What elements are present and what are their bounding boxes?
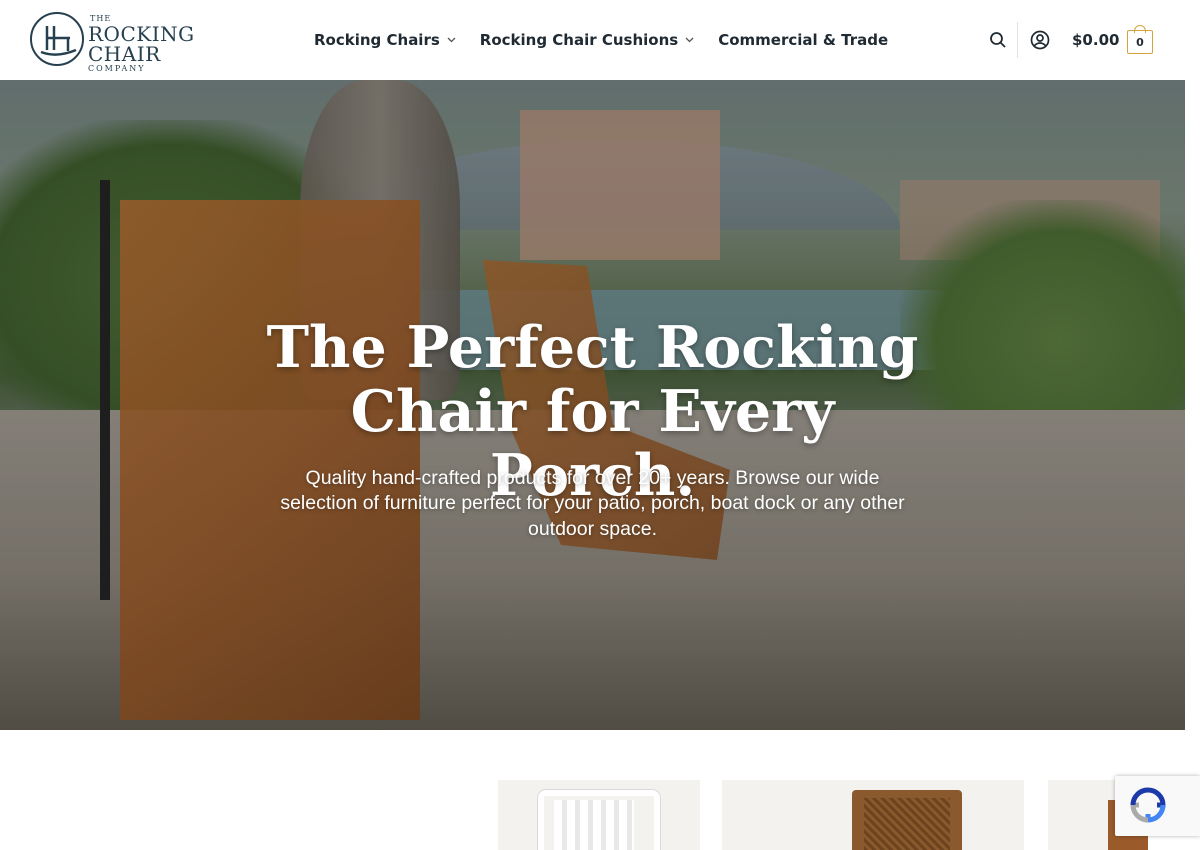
nav-item-label: Rocking Chair Cushions <box>479 31 679 49</box>
site-header: THE ROCKING CHAIR COMPANY Rocking Chairs… <box>0 0 1185 81</box>
recaptcha-icon <box>1129 786 1167 824</box>
chevron-down-icon <box>447 36 456 46</box>
logo-rocking: ROCKING <box>88 22 195 46</box>
product-carousel <box>0 730 1185 850</box>
nav-item-commercial-trade[interactable]: Commercial & Trade <box>718 31 888 49</box>
logo-chair: CHAIR <box>88 42 161 66</box>
nav-item-rocking-chairs[interactable]: Rocking Chairs <box>314 31 456 49</box>
chevron-down-icon <box>685 36 694 46</box>
product-card-white-rocker[interactable] <box>498 780 700 850</box>
search-icon[interactable] <box>988 30 1008 50</box>
product-image-wicker <box>864 798 950 850</box>
rocking-chair-logo-icon <box>30 12 84 66</box>
hero-banner: The Perfect Rocking Chair for Every Porc… <box>0 80 1185 730</box>
product-card-wicker-rocker[interactable] <box>722 780 1024 850</box>
cart-count-badge: 0 <box>1136 36 1144 49</box>
account-icon[interactable] <box>1030 30 1050 50</box>
hero-title-line1: The Perfect Rocking <box>266 314 919 382</box>
cart-bag-icon[interactable]: 0 <box>1127 25 1155 54</box>
hero-subtitle: Quality hand-crafted products for over 2… <box>280 466 905 540</box>
product-image-slats <box>554 800 634 850</box>
header-divider <box>1017 22 1018 58</box>
nav-item-label: Commercial & Trade <box>718 31 889 49</box>
logo-wordmark: THE ROCKING CHAIR COMPANY <box>88 14 195 74</box>
site-logo[interactable]: THE ROCKING CHAIR COMPANY <box>30 12 194 73</box>
cart-total[interactable]: $0.00 <box>1072 31 1119 49</box>
nav-item-rocking-chair-cushions[interactable]: Rocking Chair Cushions <box>480 31 694 49</box>
main-nav: Rocking Chairs Rocking Chair Cushions Co… <box>314 0 912 80</box>
nav-item-label: Rocking Chairs <box>314 31 440 49</box>
logo-company: COMPANY <box>88 64 146 73</box>
recaptcha-badge[interactable] <box>1115 776 1200 836</box>
